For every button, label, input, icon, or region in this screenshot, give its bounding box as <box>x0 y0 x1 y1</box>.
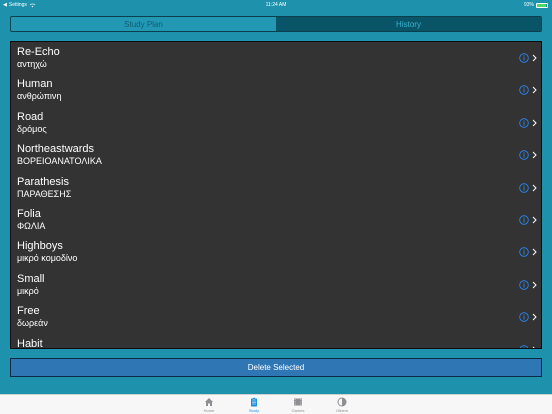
item-subtitle: δρόμος <box>17 123 47 134</box>
item-title: Re-Echo <box>17 46 60 58</box>
info-icon[interactable] <box>519 150 529 160</box>
delete-selected-button[interactable]: Delete Selected <box>10 358 542 377</box>
info-icon[interactable] <box>519 118 529 128</box>
chevron-right-icon <box>532 313 537 321</box>
item-subtitle: ΠΑΡΑΘΕΣΗΣ <box>17 188 72 199</box>
chevron-right-icon <box>532 87 537 94</box>
chevron-right-icon <box>532 248 537 256</box>
item-title: Northeastwards <box>17 143 95 156</box>
status-right: 93% <box>524 2 548 8</box>
segmented-control: Study Plan History <box>10 16 542 32</box>
battery-icon <box>536 2 548 8</box>
item-title: Free <box>17 305 40 318</box>
item-subtitle: μικρό <box>17 285 39 296</box>
list-item[interactable]: Parathesis ΠΑΡΑΘΕΣΗΣ <box>11 172 541 204</box>
item-subtitle: ΒΟΡΕΙΟΑΝΑΤΟΛΙΚΑ <box>17 156 102 167</box>
segment-history[interactable]: History <box>276 17 541 31</box>
item-subtitle: μικρό κομοδίνο <box>17 253 78 264</box>
info-icon[interactable] <box>519 312 529 322</box>
film-icon <box>294 398 302 406</box>
chevron-right-icon <box>532 119 537 127</box>
status-bar: ◀ Settings 11:24 AM 93% <box>0 0 552 10</box>
list-item[interactable]: Re-Echo αντηχώ <box>11 42 541 74</box>
list-item[interactable]: Highboys μικρό κομοδίνο <box>11 236 541 268</box>
tab-games[interactable]: Games <box>283 397 313 413</box>
house-icon <box>205 398 213 406</box>
list-item[interactable]: Human ανθρώπινη <box>11 74 541 106</box>
item-title: Highboys <box>17 240 63 253</box>
tab-bar: Home Study Games Others <box>0 394 552 414</box>
item-title: Parathesis <box>17 175 69 188</box>
info-icon[interactable] <box>519 53 529 63</box>
list-item[interactable]: Free δωρεάν <box>11 301 541 333</box>
tab-home[interactable]: Home <box>194 397 224 413</box>
chevron-right-icon <box>532 346 536 348</box>
chevron-right-icon <box>532 216 537 224</box>
item-subtitle: αντηχώ <box>17 59 47 69</box>
tab-label-study: Study <box>248 408 260 413</box>
item-title: Human <box>17 78 53 91</box>
tab-others[interactable]: Others <box>327 397 357 413</box>
item-title: Small <box>17 272 45 285</box>
item-subtitle: ανθρώπινη <box>17 91 62 102</box>
tab-study[interactable]: Study <box>239 397 269 413</box>
list-item[interactable]: Small μικρό <box>11 269 541 301</box>
tab-label-others: Others <box>335 408 348 413</box>
info-icon[interactable] <box>519 85 529 96</box>
history-list[interactable]: Re-Echo αντηχώ Human ανθρώπινη Road δρόμος Nor… <box>10 41 542 349</box>
contrast-icon <box>337 397 347 407</box>
info-icon[interactable] <box>519 215 529 225</box>
item-title: Road <box>17 110 44 123</box>
segment-study-plan[interactable]: Study Plan <box>11 17 276 31</box>
item-title: Folia <box>17 207 41 220</box>
list-item[interactable]: Road δρόμος <box>11 107 541 139</box>
list-item[interactable]: Habit <box>11 334 541 349</box>
item-title: Habit <box>17 337 43 349</box>
info-icon[interactable] <box>519 247 529 258</box>
chevron-right-icon <box>532 281 537 289</box>
item-subtitle: δωρεάν <box>17 318 48 329</box>
battery-fill <box>537 3 547 7</box>
status-time: 11:24 AM <box>265 2 287 8</box>
clipboard-icon <box>251 397 257 407</box>
info-icon[interactable] <box>519 182 529 193</box>
item-subtitle: ΦΩΛΙΑ <box>17 220 46 231</box>
chevron-right-icon <box>532 151 537 159</box>
info-icon[interactable] <box>519 344 529 349</box>
battery-percent: 93% <box>523 2 534 8</box>
chevron-right-icon <box>532 184 537 191</box>
tab-label-games: Games <box>291 408 305 413</box>
list-item[interactable]: Northeastwards ΒΟΡΕΙΟΑΝΑΤΟΛΙΚΑ <box>11 139 541 171</box>
tab-label-home: Home <box>203 408 215 413</box>
chevron-right-icon <box>532 54 537 62</box>
list-item[interactable]: Folia ΦΩΛΙΑ <box>11 204 541 236</box>
info-icon[interactable] <box>519 280 529 290</box>
